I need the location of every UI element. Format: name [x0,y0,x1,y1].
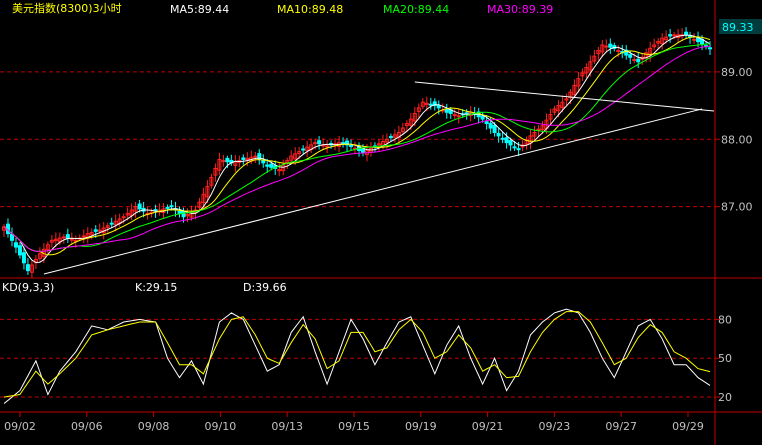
time-tick-label: 09/27 [605,420,637,433]
grid-layer [0,71,715,398]
kd-panel [3,308,711,404]
candle-up [616,50,621,53]
candle-down [317,140,322,145]
candle-down [484,121,489,125]
candle-down [500,137,505,140]
candle-down [436,104,441,109]
ma5-label: MA5:89.44 [170,3,229,16]
kd-line-d [3,311,711,398]
time-tick-label: 09/29 [672,420,704,433]
candle-down [492,124,497,134]
time-tick-label: 09/10 [205,420,237,433]
candle-up [81,235,86,238]
kd-line-k [3,308,711,404]
candle-up [325,145,330,148]
candle-down [177,211,182,214]
price-panel [1,27,713,278]
kd-label: KD(9,3,3) [2,281,54,294]
candle-up [313,142,318,145]
candle-down [109,222,114,225]
chart-title: 美元指数(8300)3小时 [12,1,122,15]
candle-down [341,142,346,145]
candle-up [121,216,126,219]
candle-down [137,203,142,210]
candle-down [269,163,274,168]
price-tick-label: 89.00 [721,66,753,79]
candle-up [221,160,226,163]
candle-down [265,164,270,167]
kd-tick-label: 20 [718,391,732,404]
candle-down [480,115,485,120]
candle-down [169,205,174,208]
time-tick-label: 09/08 [138,420,170,433]
last-price-value: 89.33 [722,21,754,34]
candle-down [13,242,18,248]
kd-tick-label: 80 [718,313,732,326]
time-tick-label: 09/13 [271,420,303,433]
candle-down [696,37,701,43]
candle-up [672,34,677,37]
candle-up [632,59,637,62]
candle-down [512,146,517,149]
time-tick-label: 09/15 [338,420,370,433]
candle-down [9,233,14,241]
candle-up [536,128,541,131]
candle-up [692,38,697,41]
candle-down [504,137,509,144]
candle-down [516,148,521,151]
candle-down [488,122,493,129]
candle-down [636,58,641,63]
candle-down [261,160,266,164]
candle-down [225,157,230,163]
candle-down [17,245,22,256]
candle-down [165,206,170,209]
price-tick-label: 87.00 [721,201,753,214]
candle-up [253,155,258,158]
candle-down [388,136,393,139]
candle-down [93,229,98,232]
candle-up [452,114,457,117]
candle-down [65,234,70,239]
candle-down [684,31,689,36]
ma10-label: MA10:89.48 [277,3,343,16]
forex-chart: 89.00 88.00 87.00 80 50 20 09/02 09/06 09/08 09/1… [0,0,762,445]
time-tick-label: 09/23 [539,420,571,433]
price-tick-label: 88.00 [721,133,753,146]
trendlines [43,81,715,275]
time-tick-label: 09/06 [71,420,103,433]
candle-down [628,54,633,58]
candle-down [668,34,673,37]
candle-down [496,132,501,137]
candle-up [61,236,66,239]
ma20-label: MA20:89.44 [383,3,449,16]
candle-down [464,112,469,115]
candle-down [444,109,449,113]
candle-up [69,238,74,241]
candle-down [21,252,26,264]
d-value-label: D:39.66 [243,281,287,294]
ma30-label: MA30:89.39 [487,3,553,16]
trendline [43,108,703,275]
candle-down [508,140,513,146]
kd-tick-label: 50 [718,352,732,365]
candle-down [708,47,713,50]
k-value-label: K:29.15 [135,281,177,294]
candle-down [25,264,30,272]
time-tick-label: 09/21 [472,420,504,433]
moving-average-lines [3,34,711,264]
candle-down [428,103,433,106]
candle-down [349,145,354,148]
time-tick-label: 09/19 [405,420,437,433]
candle-down [241,157,246,160]
candle-down [608,43,613,48]
time-tick-label: 09/02 [4,420,36,433]
candle-down [301,148,306,151]
